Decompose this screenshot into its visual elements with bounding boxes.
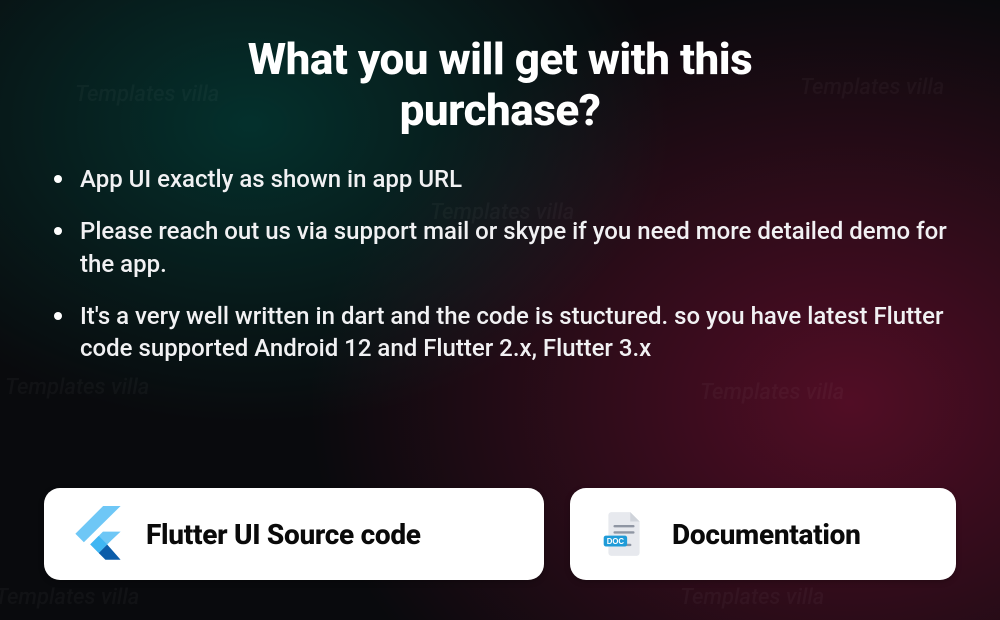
document-icon: DOC <box>596 506 652 562</box>
source-code-card: Flutter UI Source code <box>44 488 544 580</box>
source-code-label: Flutter UI Source code <box>146 518 421 551</box>
documentation-label: Documentation <box>672 518 861 551</box>
promo-container: What you will get with this purchase? Ap… <box>0 0 1000 620</box>
feature-list: App UI exactly as shown in app URL Pleas… <box>44 163 956 478</box>
documentation-card: DOC Documentation <box>570 488 956 580</box>
list-item: Please reach out us via support mail or … <box>50 215 956 279</box>
deliverable-cards: Flutter UI Source code DOC Documentation <box>44 488 956 580</box>
list-item: It's a very well written in dart and the… <box>50 300 956 364</box>
svg-text:DOC: DOC <box>607 537 625 546</box>
page-title: What you will get with this purchase? <box>190 34 810 135</box>
flutter-icon <box>70 506 126 562</box>
list-item: App UI exactly as shown in app URL <box>50 163 956 195</box>
